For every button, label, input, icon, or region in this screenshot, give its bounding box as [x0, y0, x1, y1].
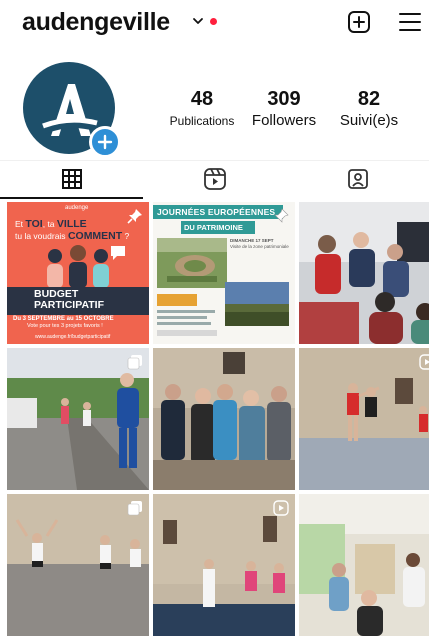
profile-avatar[interactable] [23, 62, 121, 158]
post-url: www.audenge.fr/budgetparticipatif [35, 334, 111, 340]
post-vote-text: Vote pour tes 3 projets favoris ! [27, 323, 103, 329]
followers-stat[interactable]: 309 Followers [243, 88, 325, 132]
following-label: Suivi(e)s [339, 112, 399, 129]
posts-count: 48 [190, 88, 214, 110]
reel-icon [273, 500, 289, 516]
info-block-image [157, 294, 217, 336]
notification-dot [210, 18, 217, 25]
pinned-icon [127, 209, 142, 224]
post-crowd-photo[interactable] [153, 348, 295, 490]
profile-tabs [0, 160, 429, 199]
carousel-icon [127, 355, 142, 370]
post-title-line2: DU PATRIMOINE [184, 223, 243, 232]
post-street-parade[interactable] [7, 348, 149, 490]
post-performance-photo[interactable] [153, 494, 295, 636]
following-stat[interactable]: 82 Suivi(e)s [329, 88, 409, 132]
reels-icon [203, 168, 226, 190]
posts-stat[interactable]: 48 Publications [163, 88, 241, 132]
headline-part: ? [122, 231, 130, 241]
post-dance-photo[interactable] [299, 348, 429, 490]
post-meeting-photo[interactable] [299, 202, 429, 344]
post-details: DIMANCHE 17 SEPT Visite de la zone patri… [230, 238, 292, 250]
post-journees-patrimoine[interactable]: JOURNÉES EUROPÉENNES DU PATRIMOINE DIMAN… [153, 202, 295, 344]
post-date: DIMANCHE 17 SEPT [230, 238, 274, 243]
post-cheer-photo[interactable] [7, 494, 149, 636]
post-title-line1: JOURNÉES EUROPÉENNES [157, 207, 276, 217]
headline-part: TOI [25, 218, 43, 230]
posts-label: Publications [169, 114, 235, 128]
people-illustration [47, 245, 125, 288]
headline-part: , ta [42, 219, 55, 229]
post-library-photo[interactable] [299, 494, 429, 636]
post-brand: audenge [65, 205, 89, 211]
title-line: PARTICIPATIF [34, 299, 104, 311]
tagged-user-icon [347, 169, 368, 189]
plus-square-icon[interactable] [347, 10, 371, 34]
headline-part: Et [15, 219, 24, 229]
reel-icon [419, 354, 429, 370]
add-story-button[interactable] [89, 126, 121, 158]
grid-icon [61, 169, 82, 189]
followers-label: Followers [251, 112, 317, 129]
following-count: 82 [357, 88, 381, 110]
landscape-photo-image [225, 282, 289, 326]
plus-icon [97, 134, 113, 150]
account-username[interactable]: audengeville [22, 8, 170, 37]
pinned-icon [274, 208, 289, 223]
chevron-down-icon[interactable] [192, 16, 204, 26]
aerial-photo-image [157, 238, 227, 288]
post-dates: Du 3 SEPTEMBRE au 15 OCTOBRE [13, 316, 114, 322]
headline-part: VILLE [56, 218, 87, 230]
crowd-photo-image [153, 348, 295, 490]
hamburger-menu-icon[interactable] [398, 11, 422, 33]
tab-grid[interactable] [0, 161, 143, 199]
tab-reels[interactable] [143, 161, 286, 197]
posts-grid: audenge Et TOI, ta VILLE tu la voudrais … [7, 202, 429, 636]
dance-photo-image [299, 348, 429, 490]
headline-part: tu la voudrais [15, 231, 66, 241]
followers-count: 309 [267, 88, 301, 110]
post-budget-participatif[interactable]: audenge Et TOI, ta VILLE tu la voudrais … [7, 202, 149, 344]
post-detail-text: Visite de la zone patrimoniale [230, 244, 289, 249]
library-photo-image [299, 494, 429, 636]
tab-tagged[interactable] [286, 161, 429, 197]
post-title: BUDGET PARTICIPATIF [34, 289, 104, 311]
headline-part: COMMENT [67, 230, 123, 242]
carousel-icon [127, 501, 142, 516]
top-bar: audengeville [0, 0, 429, 50]
meeting-photo-image [299, 202, 429, 344]
